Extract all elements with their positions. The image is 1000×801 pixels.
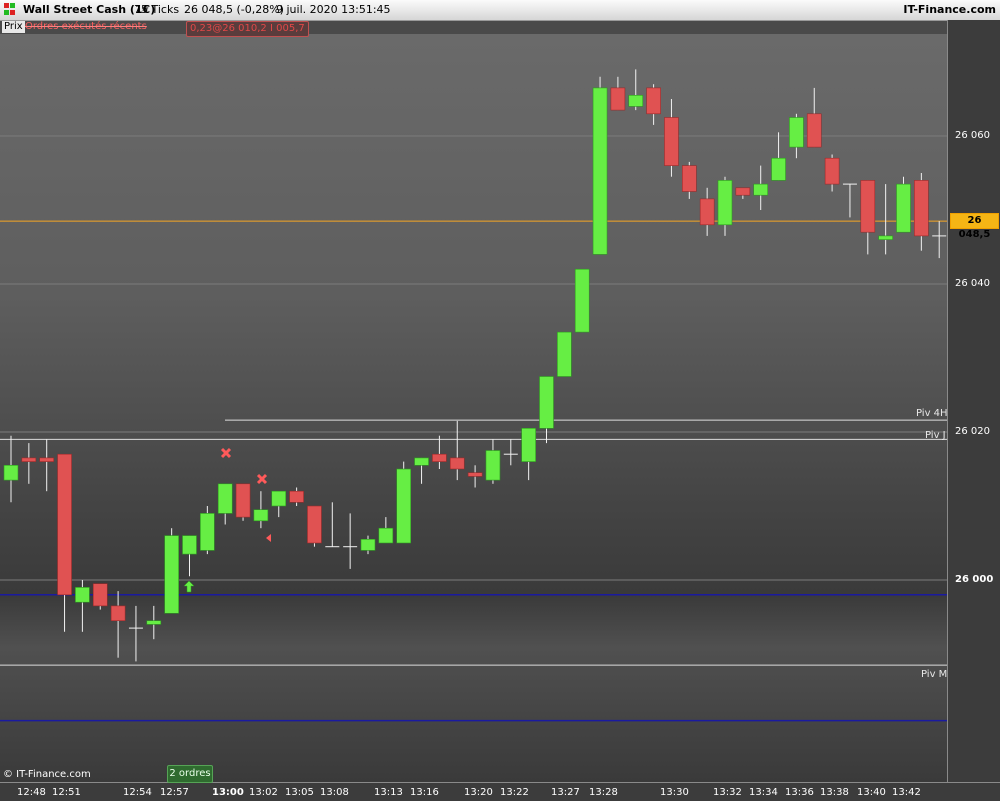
close-order-icon — [256, 473, 268, 485]
candle-bull — [146, 620, 162, 625]
x-tick-label: 13:02 — [249, 787, 278, 798]
red-square-icon — [10, 10, 15, 15]
recent-orders-toggle[interactable]: Ordres exécutés récents — [25, 21, 147, 33]
brand-logo: IT-Finance.com — [903, 3, 996, 16]
x-tick-label: 12:48 — [17, 787, 46, 798]
candle-bear — [806, 113, 822, 148]
candle-bear — [664, 117, 679, 166]
red-square-icon — [4, 3, 9, 8]
orders-badge[interactable]: 2 ordres — [167, 765, 213, 783]
candle-bear — [610, 87, 626, 111]
x-tick-label: 13:28 — [589, 787, 618, 798]
candle-bear — [467, 472, 483, 477]
x-tick-label: 13:20 — [464, 787, 493, 798]
candle-bull — [182, 535, 197, 555]
candle-bull — [75, 587, 90, 603]
candle-bull — [200, 513, 215, 551]
candle-bull — [217, 483, 233, 514]
candle-bear — [110, 605, 126, 622]
x-tick-label: 13:30 — [660, 787, 689, 798]
interval-label[interactable]: 75 Ticks — [134, 3, 179, 16]
y-tick-label: 26 040 — [955, 278, 990, 289]
buy-arrow-icon — [183, 580, 195, 593]
candle-bear — [235, 483, 251, 518]
y-tick-label: 26 000 — [955, 574, 994, 585]
candle-bear — [699, 198, 715, 226]
candle-bull — [253, 509, 269, 522]
candle-bull — [539, 376, 554, 429]
x-tick-label: 13:42 — [892, 787, 921, 798]
candle-bull — [360, 538, 376, 551]
candle-bull — [789, 117, 804, 148]
x-tick-label: 12:51 — [52, 787, 81, 798]
candle-bear — [646, 87, 661, 115]
candle-bull — [753, 183, 769, 196]
last-price-tag: 26 048,5 — [950, 213, 999, 240]
candle-bear — [914, 180, 929, 237]
x-tick-label: 13:34 — [749, 787, 778, 798]
x-tick-label: 12:54 — [123, 787, 152, 798]
y-tick-label: 26 020 — [955, 426, 990, 437]
order-info-box[interactable]: 0,23@26 010,2 I 005,7 — [186, 21, 309, 37]
candle-bull — [396, 468, 412, 544]
close-order-icon — [220, 447, 232, 459]
x-tick-label: 13:00 — [212, 787, 244, 798]
candle-bear — [860, 180, 876, 233]
candle-bull — [574, 268, 590, 333]
x-tick-label: 13:32 — [713, 787, 742, 798]
x-tick-label: 13:08 — [320, 787, 349, 798]
candle-bear — [824, 157, 840, 185]
candle-bear — [21, 457, 37, 462]
candle-bear — [432, 453, 447, 462]
green-square-icon — [10, 3, 15, 8]
candle-bull — [521, 427, 536, 462]
pivot-label-4h: Piv 4H — [916, 408, 948, 419]
candle-bull — [164, 535, 179, 614]
candle-bull — [771, 157, 786, 181]
candle-bull — [878, 235, 893, 240]
pivot-label-day: Piv J — [925, 430, 946, 441]
candlestick-chart[interactable] — [0, 34, 947, 782]
x-tick-label: 13:36 — [785, 787, 814, 798]
x-tick-label: 12:57 — [160, 787, 189, 798]
current-quote: 26 048,5 (-0,28%) — [184, 3, 284, 16]
x-tick-label: 13:05 — [285, 787, 314, 798]
candle-bull — [485, 450, 501, 481]
price-tab[interactable]: Prix — [2, 21, 25, 33]
price-chart[interactable] — [0, 34, 947, 782]
title-bar: Wall Street Cash (1€) 75 Ticks 26 048,5 … — [0, 0, 1000, 21]
x-tick-label: 13:22 — [500, 787, 529, 798]
candle-bull — [3, 464, 19, 481]
candle-bear — [307, 505, 322, 544]
candle-bull — [271, 490, 287, 507]
x-tick-label: 13:16 — [410, 787, 439, 798]
copyright-label: © IT-Finance.com — [3, 769, 91, 780]
candle-bear — [735, 187, 751, 196]
y-tick-label: 26 060 — [955, 130, 990, 141]
candle-bear — [449, 457, 465, 470]
candle-bull — [557, 331, 572, 377]
candle-bear — [39, 457, 55, 462]
candle-bull — [414, 457, 429, 466]
green-square-icon — [4, 10, 9, 15]
candle-bear — [681, 165, 697, 192]
x-tick-label: 13:40 — [857, 787, 886, 798]
candle-bull — [896, 183, 911, 233]
candle-bear — [289, 490, 304, 503]
order-arrow-icon — [266, 534, 271, 542]
datetime-label: 9 juil. 2020 13:51:45 — [276, 3, 391, 16]
candle-bear — [92, 583, 108, 607]
candle-bull — [592, 87, 608, 255]
candle-bull — [378, 527, 394, 544]
candle-bull — [628, 94, 644, 107]
candle-bear — [57, 453, 72, 596]
x-tick-label: 13:38 — [820, 787, 849, 798]
pivot-label-month: Piv M — [921, 669, 948, 680]
candle-bull — [717, 180, 733, 226]
x-tick-label: 13:13 — [374, 787, 403, 798]
x-tick-label: 13:27 — [551, 787, 580, 798]
